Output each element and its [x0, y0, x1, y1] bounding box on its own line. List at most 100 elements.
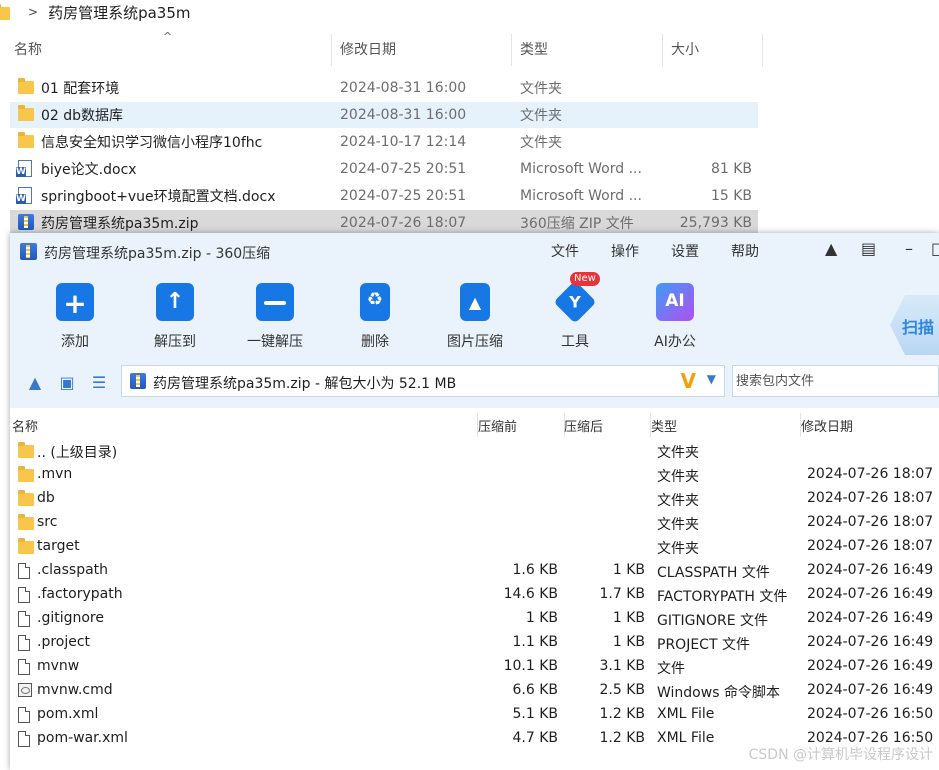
tools-icon	[553, 280, 597, 324]
file-type: 文件夹	[520, 135, 562, 151]
file-row[interactable]: 信息安全知识学习微信小程序10fhc 2024-10-17 12:14 文件夹	[10, 129, 758, 155]
maximize-icon[interactable]: □	[931, 239, 939, 258]
file-name: 信息安全知识学习微信小程序10fhc	[41, 135, 263, 151]
file-type: 文件夹	[520, 81, 562, 97]
entry-original-size: 1 KB	[525, 610, 558, 626]
entry-type: 文件夹	[657, 469, 699, 485]
ai-office-button[interactable]: AI办公	[635, 278, 715, 351]
extract-to-button[interactable]: 解压到	[135, 278, 215, 351]
entry-original-size: 10.1 KB	[503, 658, 558, 674]
column-size[interactable]: 大小	[663, 30, 763, 68]
archive-row[interactable]: .mvn 文件夹 2024-07-26 18:07	[10, 463, 939, 487]
file-date: 2024-07-25 20:51	[340, 188, 467, 204]
archive-row[interactable]: src 文件夹 2024-07-26 18:07	[10, 511, 939, 535]
archive-path-field[interactable]: 药房管理系统pa35m.zip - 解包大小为 52.1 MB V ▼	[121, 365, 725, 397]
one-click-extract-button[interactable]: 一键解压	[235, 278, 315, 351]
archive-row[interactable]: target 文件夹 2024-07-26 18:07	[10, 535, 939, 559]
image-compress-button[interactable]: 图片压缩	[435, 278, 515, 351]
folder-icon	[18, 105, 34, 121]
one-click-extract-label: 一键解压	[247, 334, 303, 350]
entry-name: src	[37, 514, 58, 530]
entry-name: db	[37, 490, 55, 506]
entry-type: GITIGNORE 文件	[657, 613, 769, 629]
up-level-icon[interactable]: ▲	[26, 375, 44, 391]
archive-row[interactable]: mvnw.cmd 6.6 KB 2.5 KB Windows 命令脚本 2024…	[10, 679, 939, 703]
list-view-icon[interactable]: ☰	[90, 375, 108, 391]
menu-operation[interactable]: 操作	[611, 241, 639, 261]
column-name[interactable]: 名称	[12, 416, 38, 435]
archive-row[interactable]: .gitignore 1 KB 1 KB GITIGNORE 文件 2024-0…	[10, 607, 939, 631]
file-type: Microsoft Word ...	[520, 188, 642, 204]
archive-column-header: 名称 压缩前 压缩后 类型 修改日期	[10, 413, 939, 437]
entry-date: 2024-07-26 18:07	[807, 514, 934, 530]
v-logo-icon[interactable]: V	[681, 369, 696, 393]
file-type: 文件夹	[520, 108, 562, 124]
zip-archive-window: 药房管理系统pa35m.zip - 360压缩 文件 操作 设置 帮助 ▲ ▤ …	[10, 233, 939, 770]
entry-date: 2024-07-26 16:49	[807, 634, 934, 650]
entry-name: pom.xml	[37, 706, 99, 722]
ai-office-icon	[656, 283, 694, 321]
chevron-right-icon[interactable]: >	[28, 5, 38, 19]
skin-shirt-icon[interactable]: ▲	[825, 239, 837, 258]
breadcrumb-current[interactable]: 药房管理系统pa35m	[48, 2, 190, 23]
column-modified[interactable]: 修改日期	[332, 30, 510, 68]
entry-date: 2024-07-26 16:49	[807, 610, 934, 626]
entry-name: .gitignore	[37, 610, 104, 626]
toolbar: 添加 解压到 一键解压 删除 图片压缩 工具 New AI办公 扫描	[10, 270, 939, 360]
entry-date: 2024-07-26 18:07	[807, 538, 934, 554]
minimize-icon[interactable]: –	[905, 239, 913, 258]
archive-row[interactable]: .. (上级目录) 文件夹	[10, 439, 939, 463]
entry-date: 2024-07-26 18:07	[807, 466, 934, 482]
menu-settings[interactable]: 设置	[671, 241, 699, 261]
title-bar[interactable]: 药房管理系统pa35m.zip - 360压缩 文件 操作 设置 帮助 ▲ ▤ …	[10, 233, 939, 270]
entry-name: target	[37, 538, 80, 554]
add-button[interactable]: 添加	[35, 278, 115, 351]
chevron-down-icon[interactable]: ▼	[707, 372, 716, 386]
zip-file-icon	[18, 214, 34, 230]
file-date: 2024-08-31 16:00	[340, 107, 467, 123]
file-date: 2024-08-31 16:00	[340, 80, 467, 96]
search-input[interactable]	[734, 366, 933, 396]
column-modified[interactable]: 修改日期	[801, 416, 853, 435]
file-name: springboot+vue环境配置文档.docx	[41, 189, 276, 205]
thumbnail-view-icon[interactable]: ▣	[58, 375, 76, 391]
file-row[interactable]: 01 配套环境 2024-08-31 16:00 文件夹	[10, 75, 758, 101]
entry-original-size: 6.6 KB	[512, 682, 559, 698]
file-icon	[18, 731, 30, 747]
file-date: 2024-07-25 20:51	[340, 161, 467, 177]
archive-row[interactable]: .classpath 1.6 KB 1 KB CLASSPATH 文件 2024…	[10, 559, 939, 583]
entry-date: 2024-07-26 18:07	[807, 490, 934, 506]
entry-type: PROJECT 文件	[657, 637, 750, 653]
archive-row[interactable]: mvnw 10.1 KB 3.1 KB 文件 2024-07-26 16:49	[10, 655, 939, 679]
column-name[interactable]: 名称	[6, 30, 330, 68]
column-type[interactable]: 类型	[651, 416, 677, 435]
file-name: 02 db数据库	[41, 108, 124, 124]
entry-type: 文件夹	[657, 541, 699, 557]
scan-button[interactable]: 扫描	[890, 295, 939, 355]
entry-date: 2024-07-26 16:49	[807, 658, 934, 674]
tools-button[interactable]: 工具	[535, 278, 615, 351]
column-type[interactable]: 类型	[512, 30, 662, 68]
archive-row[interactable]: .factorypath 14.6 KB 1.7 KB FACTORYPATH …	[10, 583, 939, 607]
archive-row[interactable]: pom.xml 5.1 KB 1.2 KB XML File 2024-07-2…	[10, 703, 939, 727]
column-original-size[interactable]: 压缩前	[478, 416, 517, 435]
zip-app-icon	[20, 243, 37, 260]
archive-row[interactable]: db 文件夹 2024-07-26 18:07	[10, 487, 939, 511]
file-row[interactable]: 02 db数据库 2024-08-31 16:00 文件夹	[10, 102, 758, 128]
file-icon	[18, 563, 30, 579]
delete-button[interactable]: 删除	[335, 278, 415, 351]
menu-help[interactable]: 帮助	[731, 241, 759, 261]
file-row[interactable]: biye论文.docx 2024-07-25 20:51 Microsoft W…	[10, 156, 758, 182]
entry-name: .factorypath	[37, 586, 123, 602]
column-compressed-size[interactable]: 压缩后	[564, 416, 603, 435]
archive-row[interactable]: .project 1.1 KB 1 KB PROJECT 文件 2024-07-…	[10, 631, 939, 655]
file-type: 360压缩 ZIP 文件	[520, 216, 634, 232]
folder-icon	[18, 78, 34, 94]
entry-name: mvnw	[37, 658, 80, 674]
file-row[interactable]: springboot+vue环境配置文档.docx 2024-07-25 20:…	[10, 183, 758, 209]
feedback-icon[interactable]: ▤	[861, 239, 876, 258]
menu-file[interactable]: 文件	[551, 241, 579, 261]
column-divider[interactable]	[762, 34, 763, 66]
archive-search-box	[732, 365, 939, 397]
column-header: 名称 修改日期 类型 大小	[0, 30, 939, 68]
